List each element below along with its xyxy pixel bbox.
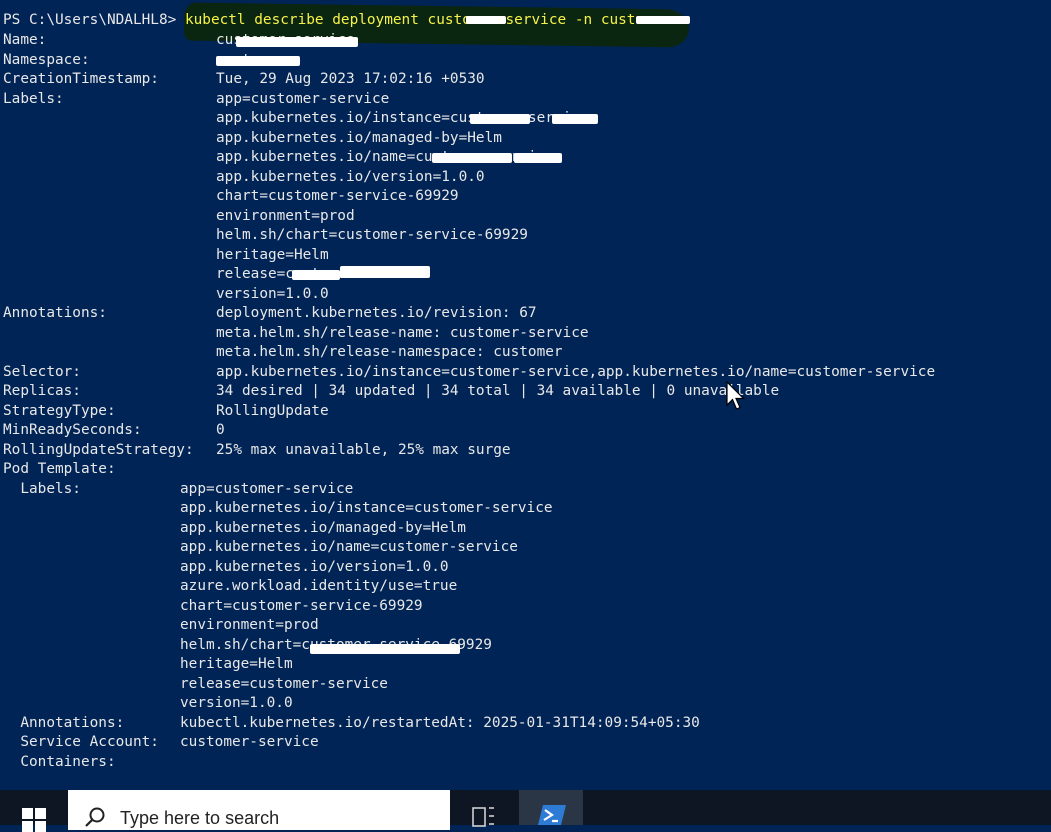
redaction-mark	[292, 270, 340, 280]
redaction-mark	[466, 16, 506, 24]
redaction-mark	[216, 56, 300, 66]
output-line: Name:customer-service	[3, 31, 355, 51]
output-line: Namespace:customer	[3, 51, 285, 71]
field-value: app.kubernetes.io/instance=customer-serv…	[180, 500, 553, 516]
field-key: Service Account:	[3, 734, 159, 750]
field-value: 34 desired | 34 updated | 34 total | 34 …	[216, 383, 780, 399]
field-value: environment=prod	[180, 617, 319, 633]
field-value: app.kubernetes.io/managed-by=Helm	[216, 129, 502, 146]
field-value: app=customer-service	[216, 90, 390, 107]
output-line: RollingUpdateStrategy: 25% max unavailabl…	[3, 441, 511, 461]
field-value: app=customer-service	[180, 480, 354, 497]
mouse-pointer-icon	[726, 381, 745, 410]
field-value: RollingUpdate	[216, 402, 329, 419]
field-key: Labels:	[3, 480, 81, 497]
field-value: chart=customer-service-69929	[216, 188, 459, 204]
field-key: Containers:	[3, 753, 116, 770]
field-key: Namespace:	[3, 51, 90, 68]
output-line: Labels: app=customer-service	[3, 90, 389, 110]
redaction-mark	[636, 16, 690, 24]
field-key: Labels:	[3, 90, 64, 107]
field-value: heritage=Helm	[216, 246, 329, 263]
field-value: app.kubernetes.io/instance=customer-serv…	[216, 110, 589, 126]
output-line: Annotations: deployment.kubernetes.io/rev…	[3, 304, 537, 324]
field-value: version=1.0.0	[180, 695, 293, 711]
field-key: Annotations:	[3, 714, 125, 731]
field-value: helm.sh/chart=customer-service-69929	[216, 227, 528, 243]
redaction-mark	[432, 153, 512, 163]
field-value: meta.helm.sh/release-namespace: customer	[216, 344, 563, 360]
field-key: Replicas:	[3, 383, 81, 399]
field-value: kubectl.kubernetes.io/restartedAt: 2025-…	[180, 714, 700, 731]
powershell-icon	[538, 805, 566, 825]
field-value: deployment.kubernetes.io/revision: 67	[216, 305, 537, 321]
field-value: heritage=Helm	[180, 656, 293, 672]
field-value: azure.workload.identity/use=true	[180, 578, 458, 594]
field-value: app.kubernetes.io/version=1.0.0	[216, 168, 485, 185]
field-key: MinReadySeconds:	[3, 422, 142, 438]
output-line: CreationTimestamp: Tue, 29 Aug 2023 17:02…	[3, 70, 485, 90]
field-value: customer-service	[180, 734, 319, 750]
output-line: Pod Template:	[3, 460, 116, 480]
redaction-mark	[340, 266, 430, 278]
field-value: app.kubernetes.io/instance=customer-serv…	[216, 363, 936, 380]
output-line: Selector: app.kubernetes.io/instance=cust…	[3, 363, 935, 383]
output-line: Service Account: customer-service	[3, 733, 318, 753]
redaction-mark	[552, 114, 598, 124]
search-input[interactable]	[120, 808, 440, 829]
field-value: chart=customer-service-69929	[180, 597, 423, 614]
field-value: 0	[216, 422, 225, 438]
powershell-console[interactable]: PS C:\Users\NDALHL8> kubectl describe de…	[0, 0, 1051, 790]
output-line: MinReadySeconds: 0	[3, 421, 225, 441]
task-view-icon[interactable]	[470, 804, 496, 828]
redaction-mark	[514, 153, 562, 163]
prompt-text: PS C:\Users\NDALHL8>	[3, 12, 185, 28]
field-value: version=1.0.0	[216, 285, 329, 302]
field-key: Pod Template:	[3, 461, 116, 477]
output-line: Replicas: 34 desired | 34 updated | 34 to…	[3, 382, 779, 402]
field-value: meta.helm.sh/release-name: customer-serv…	[216, 324, 589, 341]
field-key: RollingUpdateStrategy:	[3, 441, 194, 458]
field-key: StrategyType:	[3, 402, 116, 419]
output-line: Annotations: kubectl.kubernetes.io/restar…	[3, 714, 700, 734]
field-value: 25% max unavailable, 25% max surge	[216, 441, 511, 458]
field-key: CreationTimestamp:	[3, 71, 159, 87]
field-key: Selector:	[3, 363, 81, 380]
field-value: app.kubernetes.io/managed-by=Helm	[180, 519, 466, 536]
output-line: StrategyType: RollingUpdate	[3, 402, 329, 422]
prompt-line: PS C:\Users\NDALHL8> kubectl describe de…	[3, 11, 670, 31]
redaction-mark	[470, 114, 530, 124]
field-value: release=customer-service	[180, 675, 388, 692]
field-key: Name:	[3, 32, 47, 48]
command-text: kubectl describe deployment customer-ser…	[184, 12, 671, 28]
redaction-mark	[236, 37, 358, 47]
field-value: environment=prod	[216, 207, 355, 224]
field-value: app.kubernetes.io/version=1.0.0	[180, 558, 449, 575]
field-key: Annotations:	[3, 305, 107, 321]
field-value: app.kubernetes.io/name=customer-service	[180, 539, 518, 555]
powershell-taskbar-button[interactable]	[519, 790, 583, 825]
taskbar-search-box[interactable]	[68, 790, 450, 830]
output-line: Containers:	[3, 753, 116, 773]
output-line: Labels: app=customer-service	[3, 480, 353, 500]
taskbar	[0, 790, 1051, 832]
redaction-mark	[310, 644, 460, 654]
field-value: Tue, 29 Aug 2023 17:02:16 +0530	[216, 71, 485, 87]
windows-logo-icon[interactable]	[22, 808, 46, 832]
